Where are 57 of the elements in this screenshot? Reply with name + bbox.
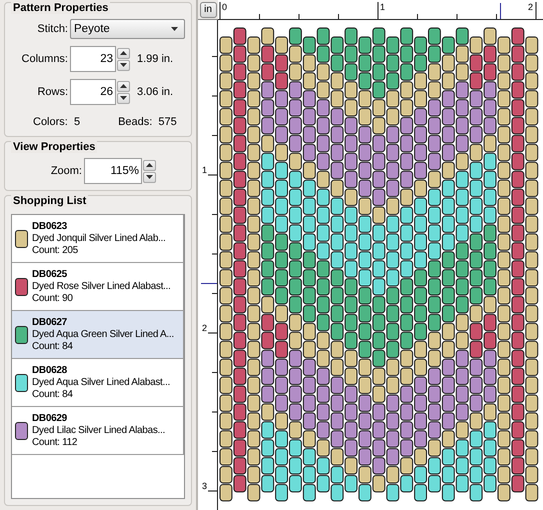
ruler-number: 2: [528, 2, 534, 12]
unit-button[interactable]: in: [200, 2, 216, 18]
beads-stat: Beads: 575: [118, 116, 177, 128]
up-arrow-icon: [146, 163, 153, 167]
cursor-marker: [201, 283, 217, 284]
bead-name: Dyed Aqua Green Silver Lined A...: [32, 329, 174, 340]
bead-count: Count: 90: [32, 293, 74, 304]
up-arrow-icon: [120, 84, 127, 88]
bead-code: DB0625: [32, 269, 68, 280]
field-label: Columns:: [20, 53, 68, 65]
field-label: Stitch:: [36, 23, 68, 35]
spin-down-button[interactable]: [117, 60, 130, 70]
rows-field[interactable]: 26: [70, 79, 116, 105]
bead-count: Count: 84: [32, 341, 74, 352]
bead-name: Dyed Jonquil Silver Lined Alab...: [32, 233, 166, 244]
spin-up-button[interactable]: [117, 80, 130, 92]
bead-code: DB0628: [32, 365, 68, 376]
dropdown-arrow-icon: [171, 27, 178, 31]
bead-count: Count: 112: [32, 437, 78, 448]
group-title: Shopping List: [11, 195, 88, 207]
shopping-list-item[interactable]: DB0629 Dyed Lilac Silver Lined Alabas... Count: 112: [12, 407, 184, 455]
shopping-list-item[interactable]: DB0623 Dyed Jonquil Silver Lined Alab... Count: 205: [12, 215, 184, 263]
up-arrow-icon: [120, 51, 127, 55]
bead-code: DB0629: [32, 413, 68, 424]
ruler-number: 1: [380, 2, 386, 12]
bead-count: Count: 84: [32, 389, 74, 400]
ruler-number: 2: [202, 323, 208, 333]
ruler-number: 3: [202, 481, 208, 491]
colors-stat: Colors: 5: [33, 116, 80, 128]
shopping-list-item[interactable]: DB0625 Dyed Rose Silver Lined Alabast... Count: 90: [12, 263, 184, 311]
columns-field[interactable]: 23: [70, 46, 116, 72]
bead-name: Dyed Lilac Silver Lined Alabas...: [32, 425, 165, 436]
ruler-number: 1: [202, 165, 208, 175]
spin-up-button[interactable]: [117, 48, 130, 58]
bead-name: Dyed Aqua Silver Lined Alabast...: [32, 377, 170, 388]
bead-code: DB0623: [32, 221, 68, 232]
group-title: Pattern Properties: [11, 2, 110, 14]
shopping-list-item[interactable]: DB0627 Dyed Aqua Green Silver Lined A... Count: 84: [12, 311, 184, 359]
bead-code: DB0627: [32, 317, 68, 328]
down-arrow-icon: [120, 63, 127, 67]
spin-up-button[interactable]: [143, 160, 156, 170]
bead-count: Count: 205: [32, 245, 79, 256]
stitch-dropdown[interactable]: Peyote: [70, 19, 185, 39]
spin-down-button[interactable]: [117, 92, 130, 104]
spin-down-button[interactable]: [143, 172, 156, 182]
measure-text: 1.99 in.: [137, 53, 174, 65]
measure-text: 3.06 in.: [137, 86, 174, 98]
cursor-marker: [500, 3, 501, 19]
field-label: Zoom:: [50, 165, 82, 177]
field-label: Rows:: [36, 86, 68, 98]
zoom-field[interactable]: 115%: [84, 158, 142, 184]
bead-name: Dyed Rose Silver Lined Alabast...: [32, 281, 171, 292]
shopping-list-item[interactable]: DB0628 Dyed Aqua Silver Lined Alabast... Count: 84: [12, 359, 184, 407]
down-arrow-icon: [120, 96, 127, 100]
down-arrow-icon: [146, 175, 153, 179]
group-title: View Properties: [11, 141, 98, 153]
ruler-number: 0: [222, 2, 228, 12]
